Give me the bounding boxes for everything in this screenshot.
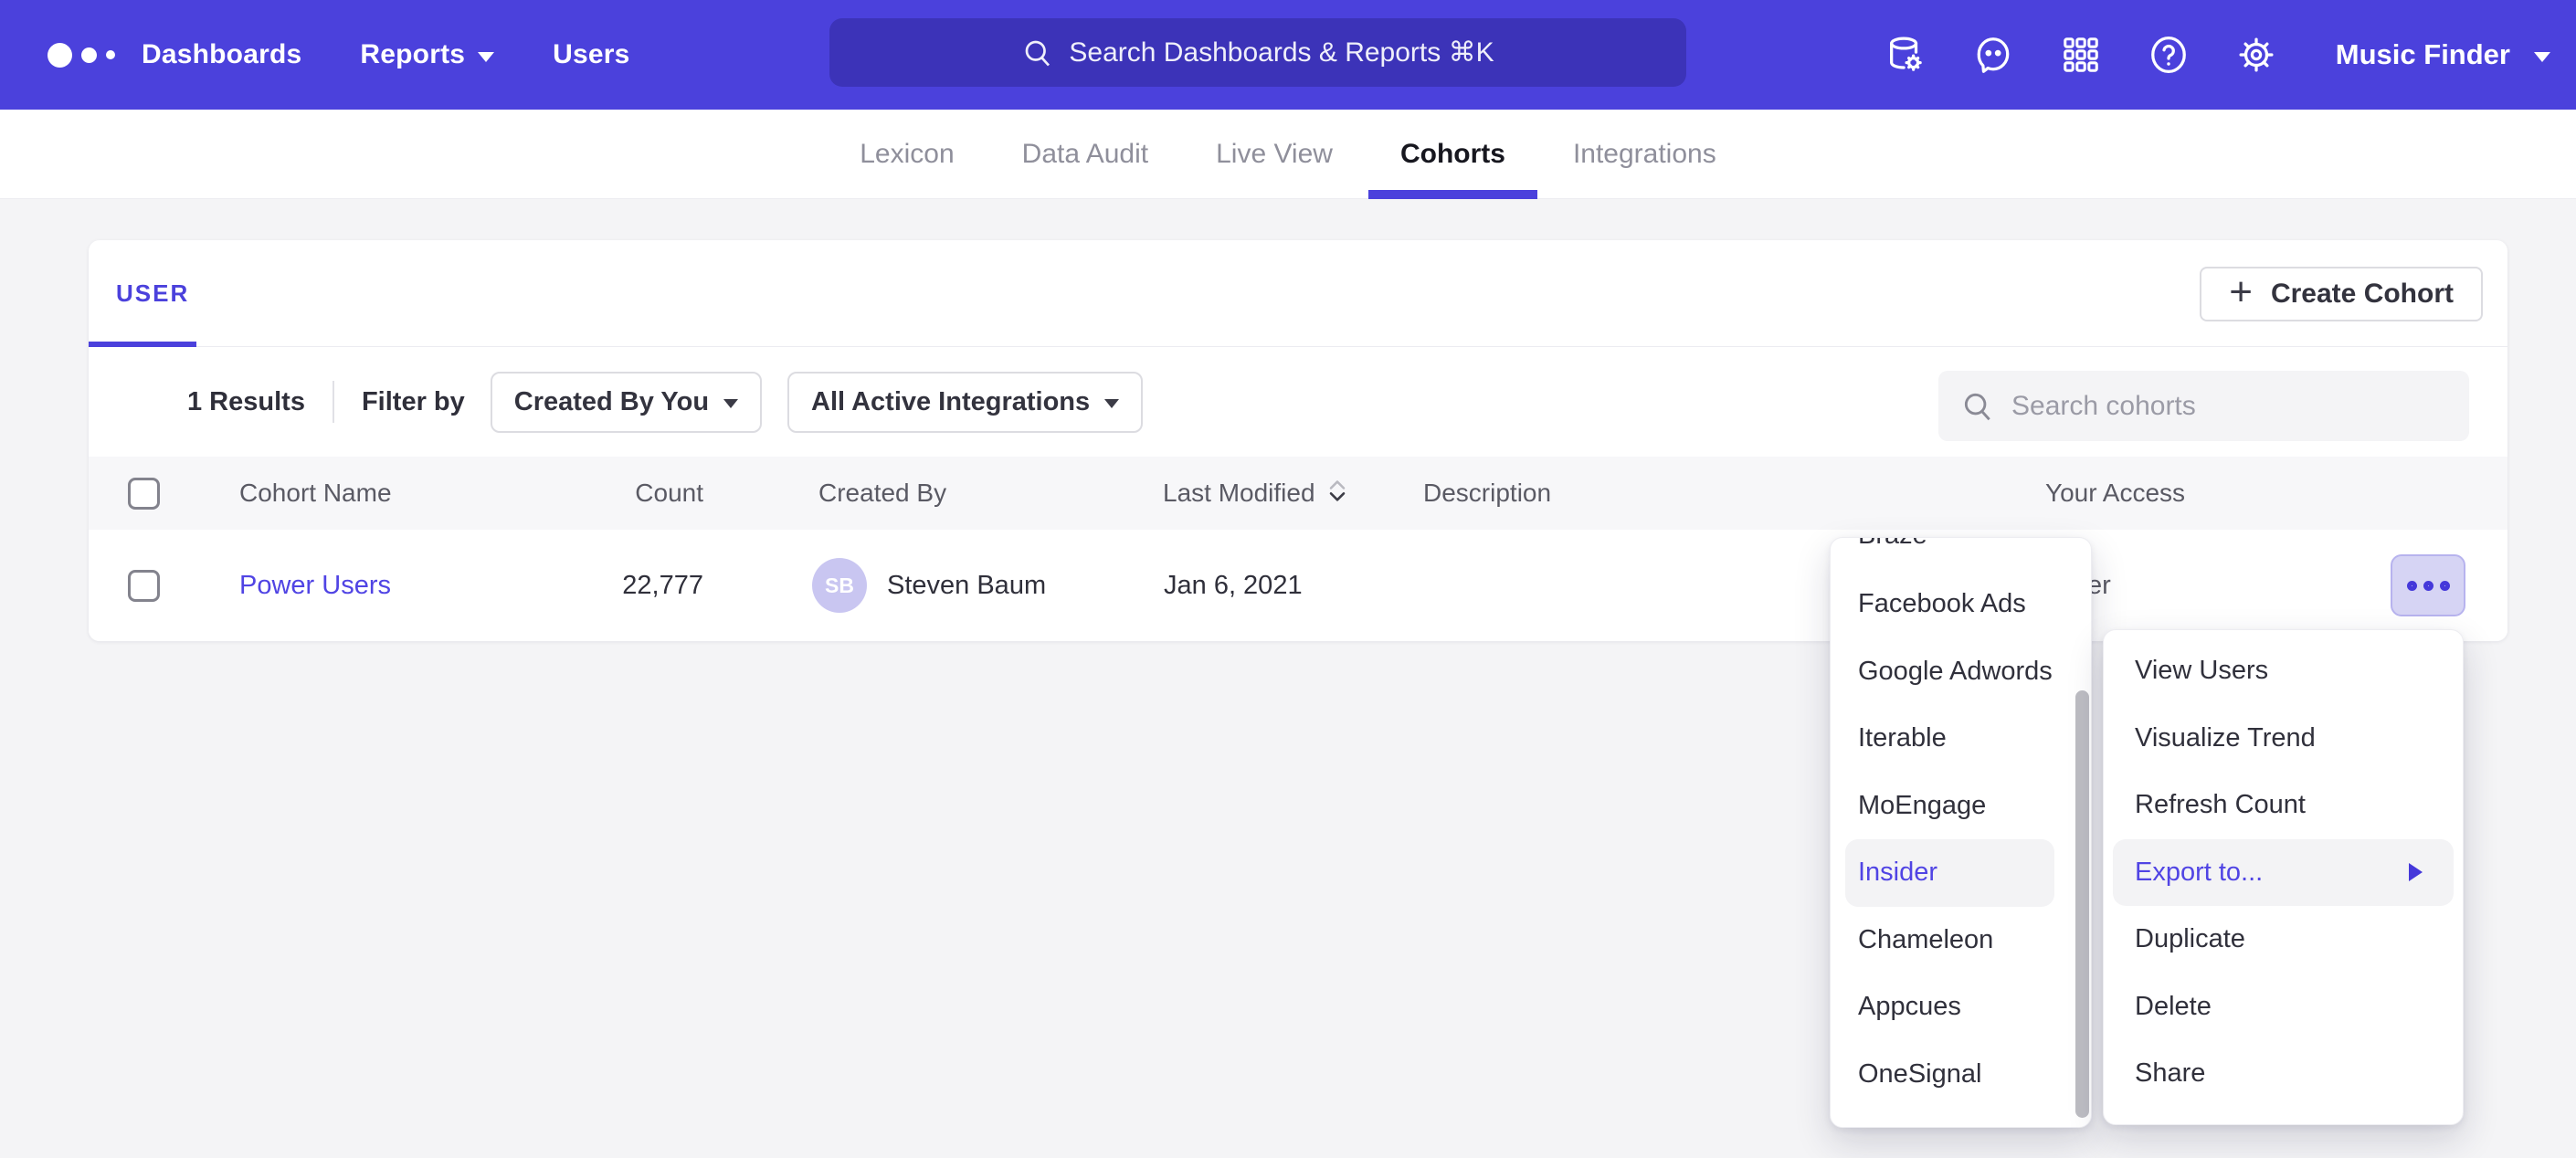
nav-item-reports[interactable]: Reports <box>360 39 494 70</box>
project-switcher[interactable]: Music Finder <box>2336 38 2550 71</box>
row-checkbox[interactable] <box>128 570 160 602</box>
chevron-down-icon <box>478 52 494 62</box>
cohorts-page: Dashboards Reports Users Search Dashboar… <box>0 0 2576 1158</box>
nav-item-users[interactable]: Users <box>553 39 629 70</box>
ellipsis-ring-icon <box>2407 581 2417 591</box>
submenu-scrollbar[interactable] <box>2075 690 2089 1118</box>
section-tabbar: Lexicon Data Audit Live View Cohorts Int… <box>0 110 2576 199</box>
select-all-checkbox[interactable] <box>128 478 160 510</box>
menu-item-delete[interactable]: Delete <box>2104 974 2463 1041</box>
results-count: 1 Results <box>187 387 305 417</box>
topnav-right-cluster: Music Finder <box>1884 0 2550 110</box>
sort-icon[interactable] <box>1315 476 1348 511</box>
project-name: Music Finder <box>2336 38 2510 71</box>
cohort-name-cell: Power Users <box>239 530 391 641</box>
chevron-down-icon <box>723 399 738 408</box>
create-cohort-button[interactable]: + Create Cohort <box>2200 267 2483 321</box>
creator-name-cell: Steven Baum <box>887 530 1046 641</box>
plus-icon: + <box>2229 269 2253 315</box>
count-cell: 22,777 <box>545 530 703 641</box>
creator-avatar-cell: SB <box>812 530 867 641</box>
submenu-item-moengage[interactable]: MoEngage <box>1831 773 2091 840</box>
data-settings-icon[interactable] <box>1884 34 1927 76</box>
search-icon <box>1960 389 1995 424</box>
nav-item-dashboards[interactable]: Dashboards <box>142 39 301 70</box>
header-last-modified[interactable]: Last Modified <box>1163 457 1348 530</box>
last-modified-cell: Jan 6, 2021 <box>1164 530 1303 641</box>
top-navigation-bar: Dashboards Reports Users Search Dashboar… <box>0 0 2576 110</box>
header-created-by: Created By <box>818 457 946 530</box>
ellipsis-ring-icon <box>2423 581 2433 591</box>
submenu-item-iterable[interactable]: Iterable <box>1831 705 2091 773</box>
created-by-filter-dropdown[interactable]: Created By You <box>491 372 762 433</box>
cohorts-card: USER + Create Cohort 1 Results Filter by… <box>89 240 2507 641</box>
menu-item-export-to[interactable]: Export to... <box>2113 839 2454 907</box>
submenu-item-appcues[interactable]: Appcues <box>1831 974 2091 1041</box>
header-your-access: Your Access <box>2045 457 2185 530</box>
filter-by-label: Filter by <box>362 387 465 417</box>
avatar: SB <box>812 558 867 613</box>
select-all-checkbox-cell <box>128 457 160 530</box>
submenu-item-insider[interactable]: Insider <box>1845 839 2054 907</box>
ellipsis-ring-icon <box>2440 581 2450 591</box>
divider <box>333 381 334 423</box>
header-count: Count <box>545 457 703 530</box>
table-header-row: Cohort Name Count Created By Last Modifi… <box>89 457 2507 530</box>
cohort-type-header: USER + Create Cohort <box>89 240 2507 347</box>
apps-grid-icon[interactable] <box>2060 34 2102 76</box>
submenu-item-braze-clipped[interactable]: Braze <box>1831 537 1927 569</box>
menu-item-visualize-trend[interactable]: Visualize Trend <box>2104 705 2463 773</box>
export-to-submenu: Braze Facebook Ads Google Adwords Iterab… <box>1830 537 2092 1128</box>
row-checkbox-cell <box>128 530 160 641</box>
help-icon[interactable] <box>2148 34 2190 76</box>
integrations-filter-dropdown[interactable]: All Active Integrations <box>787 372 1143 433</box>
global-search-placeholder: Search Dashboards & Reports ⌘K <box>1069 37 1494 68</box>
row-context-menu: View Users Visualize Trend Refresh Count… <box>2103 629 2464 1125</box>
tab-cohorts[interactable]: Cohorts <box>1400 110 1505 199</box>
row-more-actions-button[interactable] <box>2391 554 2465 616</box>
submenu-items: Facebook Ads Google Adwords Iterable MoE… <box>1831 571 2091 1108</box>
global-search-input[interactable]: Search Dashboards & Reports ⌘K <box>829 18 1686 87</box>
chevron-down-icon <box>2534 52 2550 62</box>
mixpanel-logo-icon[interactable] <box>48 0 115 110</box>
settings-gear-icon[interactable] <box>2235 34 2277 76</box>
table-row: Power Users 22,777 SB Steven Baum Jan 6,… <box>89 530 2507 641</box>
tab-lexicon[interactable]: Lexicon <box>860 110 954 199</box>
chevron-down-icon <box>1104 399 1119 408</box>
context-menu-items: View Users Visualize Trend Refresh Count… <box>2104 637 2463 1108</box>
tab-live-view[interactable]: Live View <box>1216 110 1333 199</box>
cohort-search-box[interactable] <box>1938 371 2469 441</box>
tab-user-cohorts[interactable]: USER <box>116 240 189 347</box>
tab-data-audit[interactable]: Data Audit <box>1022 110 1148 199</box>
feedback-icon[interactable] <box>1972 34 2014 76</box>
header-cohort-name: Cohort Name <box>239 457 392 530</box>
cohort-search-input[interactable] <box>2011 391 2450 422</box>
submenu-item-chameleon[interactable]: Chameleon <box>1831 907 2091 974</box>
submenu-item-onesignal[interactable]: OneSignal <box>1831 1041 2091 1109</box>
submenu-arrow-icon <box>2409 863 2423 881</box>
menu-item-duplicate[interactable]: Duplicate <box>2104 906 2463 974</box>
filter-bar: 1 Results Filter by Created By You All A… <box>89 347 2507 457</box>
submenu-item-facebook-ads[interactable]: Facebook Ads <box>1831 571 2091 638</box>
primary-nav-links: Dashboards Reports Users <box>142 0 630 110</box>
menu-item-share[interactable]: Share <box>2104 1040 2463 1108</box>
cohort-name-link[interactable]: Power Users <box>239 571 391 601</box>
tab-integrations[interactable]: Integrations <box>1573 110 1716 199</box>
menu-item-refresh-count[interactable]: Refresh Count <box>2104 772 2463 839</box>
search-icon <box>1021 37 1054 69</box>
submenu-item-google-adwords[interactable]: Google Adwords <box>1831 638 2091 706</box>
header-description: Description <box>1423 457 1551 530</box>
menu-item-view-users[interactable]: View Users <box>2104 637 2463 705</box>
